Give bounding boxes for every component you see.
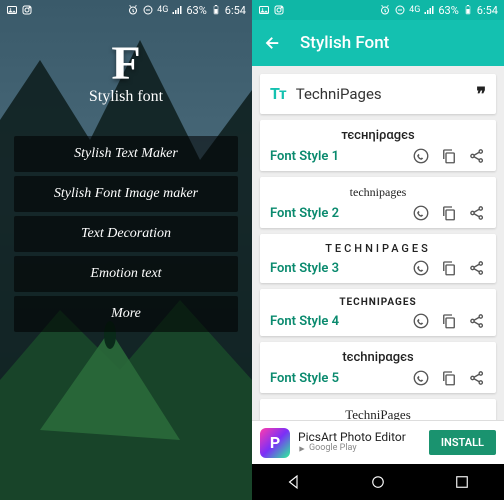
app-bar: Stylish Font xyxy=(252,20,504,66)
share-icon[interactable] xyxy=(468,312,486,330)
style-label: Font Style 2 xyxy=(270,206,402,221)
style-card: TECHNIPAGES Font Style 4 xyxy=(260,289,496,336)
ad-subtitle: Google Play xyxy=(298,444,421,454)
whatsapp-icon[interactable] xyxy=(412,312,430,330)
copy-icon[interactable] xyxy=(440,369,458,387)
app-logo: F Stylish font xyxy=(89,40,163,106)
main-menu: Stylish Text Maker Stylish Font Image ma… xyxy=(14,136,238,332)
alarm-icon xyxy=(379,4,391,16)
text-input-row[interactable]: Tᴛ TechniPages ❞ xyxy=(260,74,496,114)
style-label: Font Style 1 xyxy=(270,149,402,164)
instagram-icon xyxy=(21,4,33,16)
style-card: technipages Font Style 2 xyxy=(260,177,496,228)
style-preview: technipages xyxy=(270,183,486,204)
style-card: tєchnipαgєs Font Style 5 xyxy=(260,342,496,393)
instagram-icon xyxy=(273,4,285,16)
copy-icon[interactable] xyxy=(440,204,458,222)
text-format-icon: Tᴛ xyxy=(270,84,286,104)
logo-subtitle: Stylish font xyxy=(89,88,163,106)
image-icon xyxy=(258,4,270,16)
battery-icon xyxy=(210,4,222,16)
ad-app-icon: P xyxy=(260,428,290,458)
copy-icon[interactable] xyxy=(440,259,458,277)
copy-icon[interactable] xyxy=(440,312,458,330)
nav-back-button[interactable] xyxy=(285,473,303,491)
text-input[interactable]: TechniPages xyxy=(296,85,467,103)
quote-icon[interactable]: ❞ xyxy=(476,84,486,105)
menu-stylish-font-image-maker[interactable]: Stylish Font Image maker xyxy=(14,176,238,212)
share-icon[interactable] xyxy=(468,259,486,277)
phone-screen-styles: 4G 63% 6:54 Stylish Font Tᴛ TechniPages … xyxy=(252,0,504,500)
android-navbar xyxy=(252,464,504,500)
phone-screen-home: 4G 63% 6:54 F Stylish font Stylish Text … xyxy=(0,0,252,500)
whatsapp-icon[interactable] xyxy=(412,147,430,165)
back-button[interactable] xyxy=(264,34,282,52)
do-not-disturb-icon xyxy=(142,4,154,16)
share-icon[interactable] xyxy=(468,204,486,222)
whatsapp-icon[interactable] xyxy=(412,259,430,277)
copy-icon[interactable] xyxy=(440,147,458,165)
status-bar: 4G 63% 6:54 xyxy=(252,0,504,20)
network-label: 4G xyxy=(157,5,168,15)
ad-banner[interactable]: P PicsArt Photo Editor Google Play INSTA… xyxy=(252,420,504,464)
logo-letter: F xyxy=(89,40,163,88)
alarm-icon xyxy=(127,4,139,16)
whatsapp-icon[interactable] xyxy=(412,369,430,387)
menu-more[interactable]: More xyxy=(14,296,238,332)
menu-emotion-text[interactable]: Emotion text xyxy=(14,256,238,292)
nav-home-button[interactable] xyxy=(369,473,387,491)
app-title: Stylish Font xyxy=(300,33,389,53)
image-icon xyxy=(6,4,18,16)
style-card: тєcнηіραgєѕ Font Style 1 xyxy=(260,120,496,171)
style-preview: TECHNIPAGES xyxy=(270,240,486,259)
battery-icon xyxy=(462,4,474,16)
style-preview: тєcнηіραgєѕ xyxy=(270,126,486,147)
status-bar: 4G 63% 6:54 xyxy=(0,0,252,20)
share-icon[interactable] xyxy=(468,147,486,165)
style-card: TechniPages xyxy=(260,399,496,420)
ad-install-button[interactable]: INSTALL xyxy=(429,430,496,455)
whatsapp-icon[interactable] xyxy=(412,204,430,222)
style-card: TECHNIPAGES Font Style 3 xyxy=(260,234,496,283)
nav-recent-button[interactable] xyxy=(453,473,471,491)
style-preview: TechniPages xyxy=(270,405,486,420)
battery-percent: 63% xyxy=(438,4,458,17)
styles-list: тєcнηіραgєѕ Font Style 1 technipages Fon… xyxy=(252,120,504,420)
style-preview: TECHNIPAGES xyxy=(270,295,486,312)
clock-time: 6:54 xyxy=(477,4,498,17)
style-preview: tєchnipαgєs xyxy=(270,348,486,369)
network-label: 4G xyxy=(409,5,420,15)
style-label: Font Style 4 xyxy=(270,314,402,329)
signal-icon xyxy=(171,4,183,16)
clock-time: 6:54 xyxy=(225,4,246,17)
menu-text-decoration[interactable]: Text Decoration xyxy=(14,216,238,252)
do-not-disturb-icon xyxy=(394,4,406,16)
share-icon[interactable] xyxy=(468,369,486,387)
style-label: Font Style 5 xyxy=(270,371,402,386)
style-label: Font Style 3 xyxy=(270,261,402,276)
signal-icon xyxy=(423,4,435,16)
battery-percent: 63% xyxy=(186,4,206,17)
menu-stylish-text-maker[interactable]: Stylish Text Maker xyxy=(14,136,238,172)
